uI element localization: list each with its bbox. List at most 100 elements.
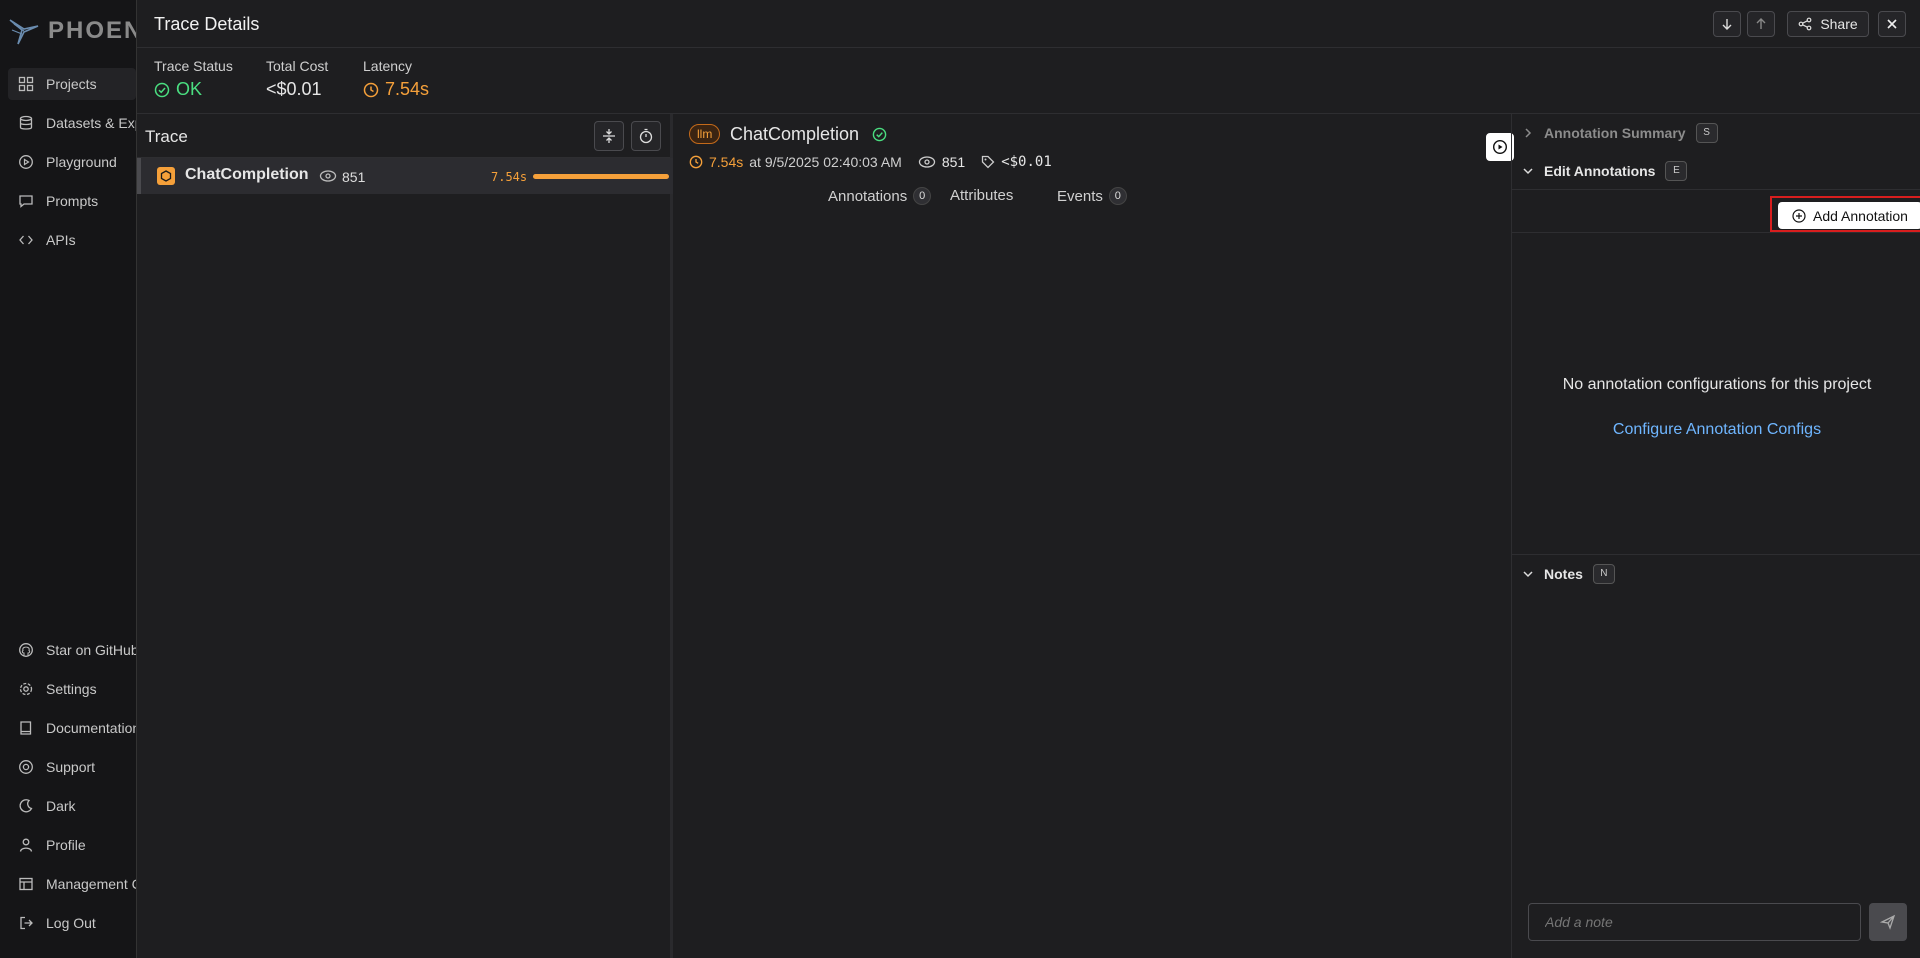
sidebar-item-label: Projects [46, 76, 97, 92]
annotation-summary-toggle[interactable]: Annotation Summary S [1512, 114, 1920, 152]
close-dialog-button[interactable] [1878, 11, 1906, 37]
tab-label: Attributes [950, 187, 1014, 204]
dialog-title: Trace Details [154, 14, 260, 34]
stat-label: Trace Status [154, 58, 233, 74]
sidebar-item-settings[interactable]: Settings [8, 673, 136, 705]
sidebar-item-label: Settings [46, 681, 97, 697]
latency-bar-fill [533, 174, 669, 179]
tab-attributes[interactable]: Attributes [950, 187, 1013, 204]
play-circle-icon [19, 155, 33, 169]
sidebar-item-documentation[interactable]: Documentation [8, 712, 140, 744]
stat-value: OK [154, 79, 233, 100]
collapse-all-button[interactable] [594, 121, 624, 151]
span-tree-row[interactable]: ChatCompletion 851 7.54s [137, 158, 673, 194]
span-title: ChatCompletion [730, 124, 860, 144]
stat-label: Total Cost [266, 58, 329, 74]
sidebar-item-logout[interactable]: Log Out [8, 907, 136, 939]
previous-trace-button[interactable] [1747, 11, 1775, 37]
sidebar-item-label: Playground [46, 154, 117, 170]
add-annotation-button[interactable]: Add Annotation [1778, 202, 1920, 229]
gear-icon [19, 682, 33, 696]
shortcut-key: E [1665, 160, 1688, 181]
sidebar-item-label: Prompts [46, 193, 99, 209]
sidebar-item-label: Star on GitHub [46, 642, 139, 658]
sidebar-item-label: Documentation [46, 720, 141, 736]
add-annotation-label: Add Annotation [1813, 207, 1908, 224]
person-icon [19, 838, 33, 852]
note-input[interactable] [1528, 903, 1861, 941]
plus-circle-icon [1792, 208, 1806, 223]
latency-bar-track [533, 174, 669, 179]
llm-span-icon [157, 167, 175, 185]
sidebar-item-label: APIs [46, 232, 76, 248]
sidebar-item-profile[interactable]: Profile [8, 829, 136, 861]
empty-annotations-message: No annotation configurations for this pr… [1562, 376, 1872, 393]
span-timestamp: at 9/5/2025 02:40:03 AM [749, 154, 902, 170]
sidebar-item-theme[interactable]: Dark [8, 790, 136, 822]
sidebar-item-management[interactable]: Management Console [8, 868, 183, 900]
share-label: Share [1820, 16, 1858, 32]
span-meta-row: 7.54s at 9/5/2025 02:40:03 AM 851 <$0.01 [689, 154, 1052, 170]
edit-annotations-label: Edit Annotations [1544, 162, 1656, 179]
latency-value: 7.54s [385, 79, 430, 99]
dialog-header: Trace Details Share [137, 0, 1920, 48]
sidebar-item-github[interactable]: Star on GitHub [8, 634, 139, 666]
share-button[interactable]: Share [1787, 11, 1869, 37]
sidebar-item-datasets[interactable]: Datasets & Experiments [8, 107, 196, 139]
collapse-vertical-icon [603, 129, 615, 143]
latency-stat: Latency 7.54s [363, 58, 429, 100]
tab-annotations[interactable]: Annotations 0 [828, 187, 932, 205]
github-icon [19, 643, 33, 657]
tab-count-badge: 0 [1108, 187, 1127, 205]
edit-annotations-toggle[interactable]: Edit Annotations E [1512, 152, 1920, 190]
sidebar-item-label: Dark [46, 798, 76, 814]
layout-icon [19, 877, 33, 891]
trace-details-dialog: Trace Details Share Trace Status OK Tota… [136, 0, 1920, 958]
configure-annotation-configs-link[interactable]: Configure Annotation Configs [1512, 421, 1920, 439]
trace-title: Trace [145, 127, 188, 146]
sidebar-item-label: Log Out [46, 915, 96, 931]
share-icon [1798, 17, 1812, 31]
annotations-panel: Annotation Summary S Edit Annotations E … [1511, 114, 1920, 958]
span-detail-panel: llm ChatCompletion 7.54s at 9/5/2025 02:… [676, 114, 1514, 958]
stat-value: <$0.01 [266, 79, 322, 99]
send-icon [1880, 914, 1896, 930]
sidebar-item-apis[interactable]: APIs [8, 224, 136, 256]
sidebar-item-playground[interactable]: Playground [8, 146, 136, 178]
chevron-down-icon [1523, 167, 1533, 174]
sidebar-item-projects[interactable]: Projects [8, 68, 136, 100]
send-note-button[interactable] [1869, 903, 1907, 941]
notes-label: Notes [1544, 566, 1583, 582]
notes-toggle[interactable]: Notes N [1512, 554, 1920, 593]
total-cost-stat: Total Cost <$0.01 [266, 58, 328, 100]
database-icon [19, 115, 33, 130]
sidebar-item-prompts[interactable]: Prompts [8, 185, 136, 217]
tab-events[interactable]: Events 0 [1057, 187, 1127, 205]
next-trace-button[interactable] [1713, 11, 1741, 37]
sidebar-item-label: Support [46, 759, 96, 775]
message-icon [19, 195, 33, 208]
latency-toggle-button[interactable] [631, 121, 661, 151]
clock-icon [689, 155, 703, 169]
arrow-up-icon [1756, 18, 1766, 29]
close-icon [1887, 19, 1897, 29]
token-icon [319, 170, 337, 182]
timer-icon [639, 128, 653, 144]
shortcut-key: N [1592, 564, 1615, 584]
sidebar-item-support[interactable]: Support [8, 751, 136, 783]
lifebuoy-icon [19, 760, 33, 774]
trace-tree-panel: Trace ChatCompletion 851 7.54s [137, 114, 673, 958]
span-kind-badge: llm [689, 124, 721, 144]
replay-in-playground-button[interactable] [1486, 133, 1514, 161]
span-latency: 7.54s [491, 170, 528, 184]
grid-icon [18, 76, 34, 92]
tag-icon [982, 155, 995, 169]
shortcut-key: S [1695, 123, 1718, 143]
token-icon [918, 156, 935, 168]
stat-label: Latency [363, 58, 413, 74]
trace-summary-bar: Trace Status OK Total Cost <$0.01 Latenc… [137, 48, 1920, 114]
span-cost: <$0.01 [1001, 154, 1052, 170]
chevron-right-icon [1525, 128, 1532, 138]
logout-icon [20, 916, 33, 930]
tab-label: Annotations [828, 187, 908, 205]
